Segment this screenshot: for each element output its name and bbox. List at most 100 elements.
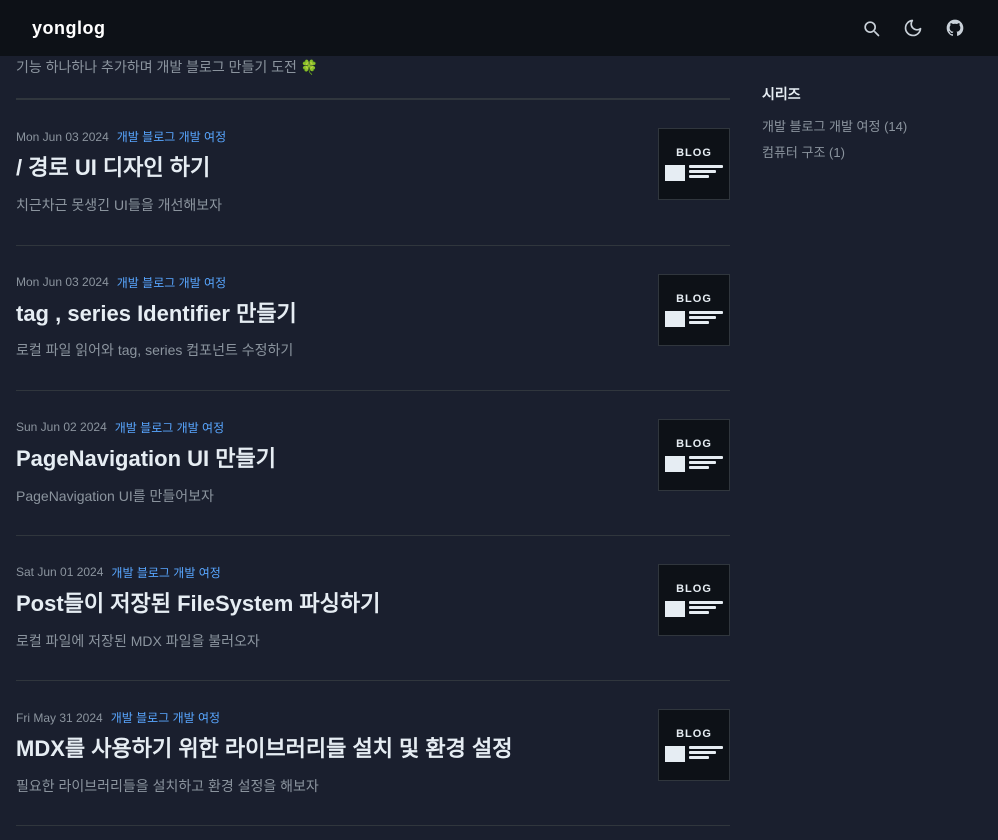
post-meta: Sun Jun 02 2024 개발 블로그 개발 여정 [16, 419, 642, 436]
post-content-partial: 기능 하나하나 추가하며 개발 블로그 만들기 도전 🍀 [16, 56, 730, 78]
thumb-label: BLOG [676, 583, 712, 595]
post-meta: Fri May 31 2024 개발 블로그 개발 여정 [16, 709, 642, 726]
search-button[interactable] [860, 17, 882, 39]
post-description: 필요한 라이브러리들을 설치하고 환경 설정을 해보자 [16, 775, 642, 797]
post-date: Mon Jun 03 2024 [16, 275, 109, 289]
thumb-line [689, 611, 709, 614]
thumb-line [689, 170, 716, 173]
thumb-box [665, 746, 685, 762]
thumb-line [689, 165, 723, 168]
thumb-inner [665, 746, 723, 762]
thumb-text-lines [689, 311, 723, 324]
thumb-line [689, 321, 709, 324]
post-tags: 개발 블로그 개발 여정 [111, 564, 220, 581]
post-content: Sat Jun 01 2024 개발 블로그 개발 여정 Post들이 저장된 Fi… [16, 564, 642, 652]
github-link[interactable] [944, 17, 966, 39]
blog-thumbnail: BLOG [658, 564, 730, 636]
post-title-link[interactable]: PageNavigation UI 만들기 [16, 446, 276, 471]
thumb-text-lines [689, 601, 723, 614]
thumb-line [689, 466, 709, 469]
thumb-box [665, 311, 685, 327]
post-title: PageNavigation UI 만들기 [16, 444, 642, 475]
thumb-label: BLOG [676, 147, 712, 159]
thumb-line [689, 316, 716, 319]
thumb-inner [665, 456, 723, 472]
thumb-line [689, 461, 716, 464]
post-title: / 경로 UI 디자인 하기 [16, 153, 642, 184]
post-title-link[interactable]: tag , series Identifier 만들기 [16, 301, 297, 326]
thumb-line [689, 746, 723, 749]
post-item: Fri May 31 2024 개발 블로그 개발 여정 MDX를 사용하기 위한 … [16, 681, 730, 826]
post-description: 로컬 파일 읽어와 tag, series 컴포넌트 수정하기 [16, 339, 642, 361]
post-tags: 개발 블로그 개발 여정 [115, 419, 224, 436]
post-description: 로컬 파일에 저장된 MDX 파일을 불러오자 [16, 630, 642, 652]
post-description: PageNavigation UI를 만들어보자 [16, 485, 642, 507]
page-wrapper: 기능 하나하나 추가하며 개발 블로그 만들기 도전 🍀 Mon Jun 03 … [0, 56, 998, 826]
thumb-line [689, 175, 709, 178]
post-tag[interactable]: 개발 블로그 개발 여정 [117, 274, 226, 291]
post-tag[interactable]: 개발 블로그 개발 여정 [111, 709, 220, 726]
post-item: Mon Jun 03 2024 개발 블로그 개발 여정 tag , series … [16, 246, 730, 391]
post-item: Mon Jun 03 2024 개발 블로그 개발 여정 / 경로 UI 디자인 하… [16, 99, 730, 245]
sidebar-list: 개발 블로그 개발 여정 (14) 컴퓨터 구조 (1) [762, 116, 982, 162]
post-date: Sun Jun 02 2024 [16, 420, 107, 434]
thumb-label: BLOG [676, 728, 712, 740]
thumb-line [689, 756, 709, 759]
blog-thumbnail: BLOG [658, 419, 730, 491]
post-meta: Sat Jun 01 2024 개발 블로그 개발 여정 [16, 564, 642, 581]
post-title: Post들이 저장된 FileSystem 파싱하기 [16, 589, 642, 620]
thumb-box [665, 456, 685, 472]
post-date: Fri May 31 2024 [16, 711, 103, 725]
post-tags: 개발 블로그 개발 여정 [117, 128, 226, 145]
blog-thumbnail: BLOG [658, 709, 730, 781]
thumb-box [665, 601, 685, 617]
thumb-inner [665, 311, 723, 327]
thumb-label: BLOG [676, 293, 712, 305]
post-content: Fri May 31 2024 개발 블로그 개발 여정 MDX를 사용하기 위한 … [16, 709, 642, 797]
post-meta: Mon Jun 03 2024 개발 블로그 개발 여정 [16, 128, 642, 145]
site-header: yonglog [0, 0, 998, 56]
sidebar-link[interactable]: 개발 블로그 개발 여정 (14) [762, 119, 907, 134]
thumb-text-lines [689, 165, 723, 178]
post-description: 치근차근 못생긴 UI들을 개선해보자 [16, 194, 642, 216]
post-title-link[interactable]: Post들이 저장된 FileSystem 파싱하기 [16, 591, 380, 616]
thumb-inner [665, 601, 723, 617]
post-tag[interactable]: 개발 블로그 개발 여정 [115, 419, 224, 436]
post-title: tag , series Identifier 만들기 [16, 299, 642, 330]
post-tag[interactable]: 개발 블로그 개발 여정 [111, 564, 220, 581]
post-item: Sun Jun 02 2024 개발 블로그 개발 여정 PageNavigatio… [16, 391, 730, 536]
post-date: Mon Jun 03 2024 [16, 130, 109, 144]
sidebar-title: 시리즈 [762, 84, 982, 104]
thumb-line [689, 311, 723, 314]
thumb-line [689, 601, 723, 604]
thumb-line [689, 456, 723, 459]
thumb-text-lines [689, 456, 723, 469]
post-date: Sat Jun 01 2024 [16, 565, 103, 579]
post-content: Sun Jun 02 2024 개발 블로그 개발 여정 PageNavigatio… [16, 419, 642, 507]
thumb-line [689, 606, 716, 609]
blog-thumbnail: BLOG [658, 274, 730, 346]
post-tags: 개발 블로그 개발 여정 [111, 709, 220, 726]
post-list: Mon Jun 03 2024 개발 블로그 개발 여정 / 경로 UI 디자인 하… [16, 99, 730, 826]
post-meta: Mon Jun 03 2024 개발 블로그 개발 여정 [16, 274, 642, 291]
post-description-partial: 기능 하나하나 추가하며 개발 블로그 만들기 도전 🍀 [16, 56, 730, 78]
post-title-link[interactable]: MDX를 사용하기 위한 라이브러리들 설치 및 환경 설정 [16, 736, 512, 761]
sidebar: 시리즈 개발 블로그 개발 여정 (14) 컴퓨터 구조 (1) [762, 56, 982, 826]
thumb-line [689, 751, 716, 754]
thumb-label: BLOG [676, 438, 712, 450]
thumb-text-lines [689, 746, 723, 759]
sidebar-link[interactable]: 컴퓨터 구조 (1) [762, 145, 845, 160]
post-title: MDX를 사용하기 위한 라이브러리들 설치 및 환경 설정 [16, 734, 642, 765]
post-content: Mon Jun 03 2024 개발 블로그 개발 여정 tag , series … [16, 274, 642, 362]
site-logo[interactable]: yonglog [32, 18, 106, 39]
post-tags: 개발 블로그 개발 여정 [117, 274, 226, 291]
blog-thumbnail: BLOG [658, 128, 730, 200]
post-item-partial: 기능 하나하나 추가하며 개발 블로그 만들기 도전 🍀 [16, 56, 730, 99]
theme-toggle-button[interactable] [902, 17, 924, 39]
post-title-link[interactable]: / 경로 UI 디자인 하기 [16, 155, 210, 180]
post-item: Sat Jun 01 2024 개발 블로그 개발 여정 Post들이 저장된 Fi… [16, 536, 730, 681]
sidebar-list-item: 개발 블로그 개발 여정 (14) [762, 116, 982, 136]
thumb-inner [665, 165, 723, 181]
post-tag[interactable]: 개발 블로그 개발 여정 [117, 128, 226, 145]
main-content: 기능 하나하나 추가하며 개발 블로그 만들기 도전 🍀 Mon Jun 03 … [16, 56, 762, 826]
